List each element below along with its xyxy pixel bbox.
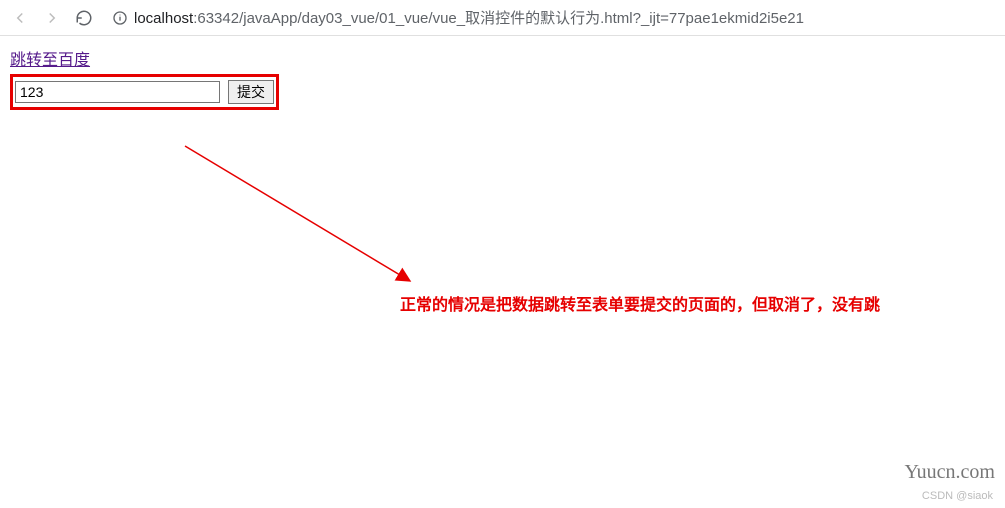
info-icon: [112, 10, 128, 26]
watermark-credit: CSDN @siaok: [922, 490, 993, 502]
back-button[interactable]: [8, 6, 32, 30]
address-bar[interactable]: localhost:63342/javaApp/day03_vue/01_vue…: [104, 3, 997, 32]
browser-toolbar: localhost:63342/javaApp/day03_vue/01_vue…: [0, 0, 1005, 36]
annotation-text: 正常的情况是把数据跳转至表单要提交的页面的，但取消了，没有跳: [400, 291, 880, 315]
watermark-site: Yuucn.com: [904, 461, 995, 484]
url-path: :63342/javaApp/day03_vue/01_vue/vue_取消控件…: [193, 10, 804, 27]
page-content: 跳转至百度 提交 正常的情况是把数据跳转至表单要提交的页面的，但取消了，没有跳: [0, 36, 1005, 120]
annotation-arrow: [180, 141, 440, 301]
reload-button[interactable]: [72, 6, 96, 30]
baidu-link[interactable]: 跳转至百度: [10, 46, 90, 70]
forward-button[interactable]: [40, 6, 64, 30]
url-host: localhost: [134, 10, 193, 27]
submit-button[interactable]: 提交: [228, 80, 274, 104]
text-input[interactable]: [15, 81, 220, 103]
url-text: localhost:63342/javaApp/day03_vue/01_vue…: [134, 7, 804, 28]
form-highlight-box: 提交: [10, 74, 279, 110]
